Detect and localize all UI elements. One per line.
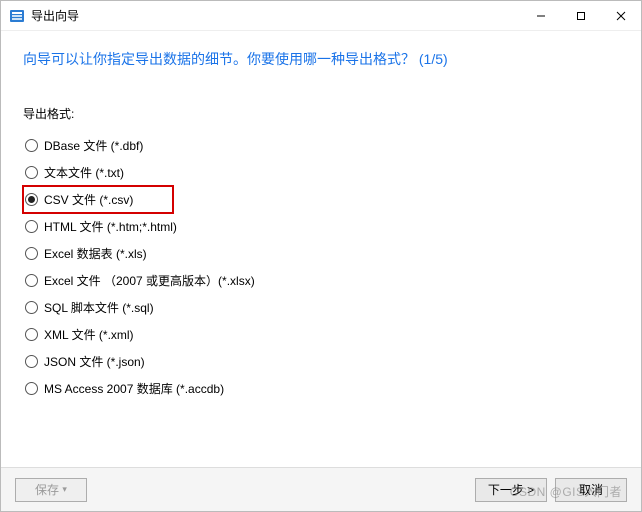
dropdown-icon: ▾ [62, 484, 67, 495]
save-button-label: 保存 [35, 481, 59, 498]
format-option[interactable]: CSV 文件 (*.csv) [23, 186, 173, 213]
radio-icon[interactable] [25, 139, 38, 152]
save-button[interactable]: 保存 ▾ [15, 478, 87, 502]
format-options: DBase 文件 (*.dbf) 文本文件 (*.txt) CSV 文件 (*.cs… [23, 132, 619, 402]
format-option[interactable]: DBase 文件 (*.dbf) [23, 132, 619, 159]
radio-icon[interactable] [25, 193, 38, 206]
format-label: 导出格式: [23, 105, 619, 122]
radio-icon[interactable] [25, 301, 38, 314]
close-button[interactable] [601, 1, 641, 31]
format-option-label: JSON 文件 (*.json) [44, 353, 145, 370]
window-title: 导出向导 [31, 7, 79, 24]
cancel-button-label: 取消 [579, 481, 603, 498]
maximize-button[interactable] [561, 1, 601, 31]
radio-icon[interactable] [25, 247, 38, 260]
radio-icon[interactable] [25, 382, 38, 395]
radio-icon[interactable] [25, 355, 38, 368]
titlebar: 导出向导 [1, 1, 641, 31]
cancel-button[interactable]: 取消 [555, 478, 627, 502]
format-option-label: DBase 文件 (*.dbf) [44, 137, 143, 154]
format-option-label: CSV 文件 (*.csv) [44, 191, 133, 208]
format-option-label: XML 文件 (*.xml) [44, 326, 134, 343]
radio-icon[interactable] [25, 220, 38, 233]
format-option[interactable]: Excel 文件 （2007 或更高版本）(*.xlsx) [23, 267, 619, 294]
format-option-label: Excel 文件 （2007 或更高版本）(*.xlsx) [44, 272, 255, 289]
format-option[interactable]: HTML 文件 (*.htm;*.html) [23, 213, 619, 240]
format-option[interactable]: Excel 数据表 (*.xls) [23, 240, 619, 267]
format-option-label: SQL 脚本文件 (*.sql) [44, 299, 154, 316]
footer: 保存 ▾ 下一步 > 取消 [1, 467, 641, 511]
app-icon [9, 8, 25, 24]
next-button[interactable]: 下一步 > [475, 478, 547, 502]
format-option[interactable]: MS Access 2007 数据库 (*.accdb) [23, 375, 619, 402]
radio-icon[interactable] [25, 274, 38, 287]
content-area: 导出格式: DBase 文件 (*.dbf) 文本文件 (*.txt) CSV 文件… [1, 77, 641, 467]
format-option-label: HTML 文件 (*.htm;*.html) [44, 218, 177, 235]
minimize-button[interactable] [521, 1, 561, 31]
format-option-label: MS Access 2007 数据库 (*.accdb) [44, 380, 224, 397]
format-option[interactable]: XML 文件 (*.xml) [23, 321, 619, 348]
format-option[interactable]: JSON 文件 (*.json) [23, 348, 619, 375]
format-option-label: 文本文件 (*.txt) [44, 164, 124, 181]
wizard-heading: 向导可以让你指定导出数据的细节。你要使用哪一种导出格式？ (1/5) [1, 31, 641, 77]
next-button-label: 下一步 > [488, 481, 534, 498]
format-option[interactable]: 文本文件 (*.txt) [23, 159, 619, 186]
format-option-label: Excel 数据表 (*.xls) [44, 245, 147, 262]
radio-icon[interactable] [25, 166, 38, 179]
radio-icon[interactable] [25, 328, 38, 341]
format-option[interactable]: SQL 脚本文件 (*.sql) [23, 294, 619, 321]
